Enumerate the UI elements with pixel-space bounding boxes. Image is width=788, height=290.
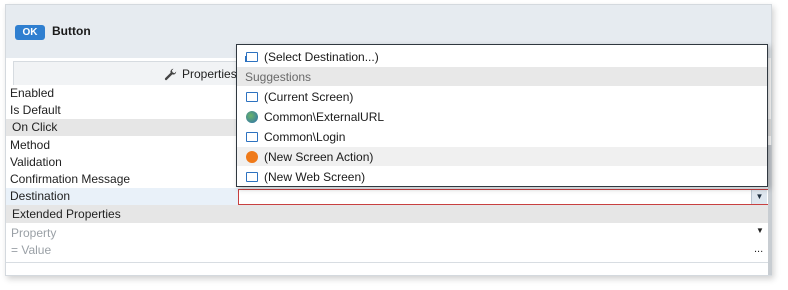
scrollbar[interactable] <box>768 145 772 275</box>
section-label: Suggestions <box>245 69 312 84</box>
dropdown-item-new-web-screen[interactable]: (New Web Screen) <box>237 167 767 186</box>
dropdown-item-select-destination[interactable]: (Select Destination...) <box>237 47 767 66</box>
screen-action-icon <box>245 150 259 164</box>
widget-type-badge: OK <box>15 25 45 40</box>
dropdown-item-login[interactable]: Common\Login <box>237 127 767 146</box>
property-label: Destination <box>10 189 71 203</box>
dropdown-item-new-screen-action[interactable]: (New Screen Action) <box>237 147 767 166</box>
dropdown-item-label: (New Screen Action) <box>264 149 374 164</box>
screen-icon <box>245 90 259 104</box>
tab-properties-label[interactable]: Properties <box>164 67 237 81</box>
destination-dropdown-button[interactable]: ▼ <box>751 190 767 204</box>
select-destination-icon <box>245 50 259 64</box>
divider <box>6 262 771 263</box>
dropdown-item-label: (Current Screen) <box>264 89 354 104</box>
property-label: Validation <box>10 155 62 169</box>
tab-label-text: Properties <box>182 67 237 81</box>
widget-title: Button <box>52 24 91 38</box>
destination-dropdown-list: (Select Destination...) Suggestions (Cur… <box>236 44 768 187</box>
destination-input[interactable] <box>238 189 769 205</box>
dropdown-item-label: Common\ExternalURL <box>264 109 385 124</box>
extended-property-input[interactable]: Property <box>6 225 771 241</box>
dropdown-item-current-screen[interactable]: (Current Screen) <box>237 87 767 106</box>
chevron-down-icon[interactable]: ▼ <box>756 226 764 235</box>
property-label: Method <box>10 138 51 152</box>
section-label: On Click <box>12 120 58 134</box>
extended-value-input[interactable]: = Value <box>6 242 771 258</box>
screen-icon <box>245 130 259 144</box>
globe-icon <box>245 110 259 124</box>
wrench-icon <box>164 68 177 80</box>
property-label: Is Default <box>10 103 61 117</box>
dropdown-item-label: (New Web Screen) <box>264 169 366 184</box>
dropdown-item-label: (Select Destination...) <box>264 49 379 64</box>
screen-icon <box>245 170 259 184</box>
dropdown-item-label: Common\Login <box>264 129 346 144</box>
value-more-button[interactable]: ... <box>754 243 763 255</box>
dropdown-section-suggestions: Suggestions <box>237 67 767 86</box>
property-label: Enabled <box>10 86 55 100</box>
dropdown-item-external-url[interactable]: Common\ExternalURL <box>237 107 767 126</box>
extended-properties-header: Extended Properties <box>6 205 771 223</box>
stage: OK Button Properties Enabled Is Default … <box>0 0 788 290</box>
property-label: Confirmation Message <box>10 172 131 186</box>
